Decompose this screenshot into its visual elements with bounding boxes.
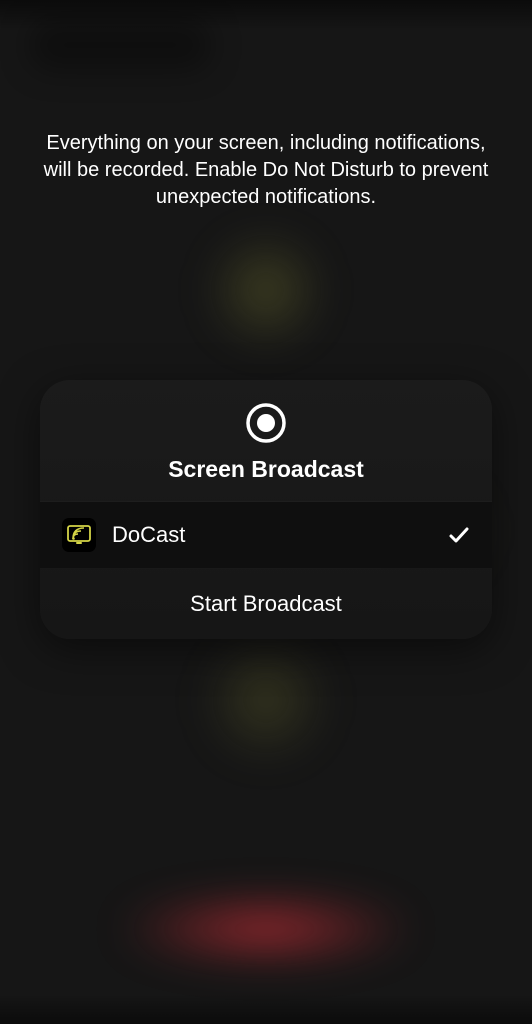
checkmark-icon xyxy=(448,524,470,546)
action-label: Start Broadcast xyxy=(60,591,472,617)
docast-app-icon xyxy=(62,518,96,552)
broadcast-sheet: Screen Broadcast DoCast Start Broadcast xyxy=(40,380,492,639)
background-glow-red xyxy=(116,894,416,964)
sheet-header: Screen Broadcast xyxy=(40,380,492,501)
vignette xyxy=(0,0,532,30)
broadcast-option-docast[interactable]: DoCast xyxy=(40,501,492,569)
vignette xyxy=(0,994,532,1024)
background-glow xyxy=(206,640,326,760)
broadcast-info-text: Everything on your screen, including not… xyxy=(40,130,492,211)
start-broadcast-button[interactable]: Start Broadcast xyxy=(40,569,492,639)
record-icon xyxy=(245,402,287,444)
background-glow xyxy=(206,230,326,350)
sheet-title: Screen Broadcast xyxy=(168,456,364,483)
option-label: DoCast xyxy=(112,522,432,548)
